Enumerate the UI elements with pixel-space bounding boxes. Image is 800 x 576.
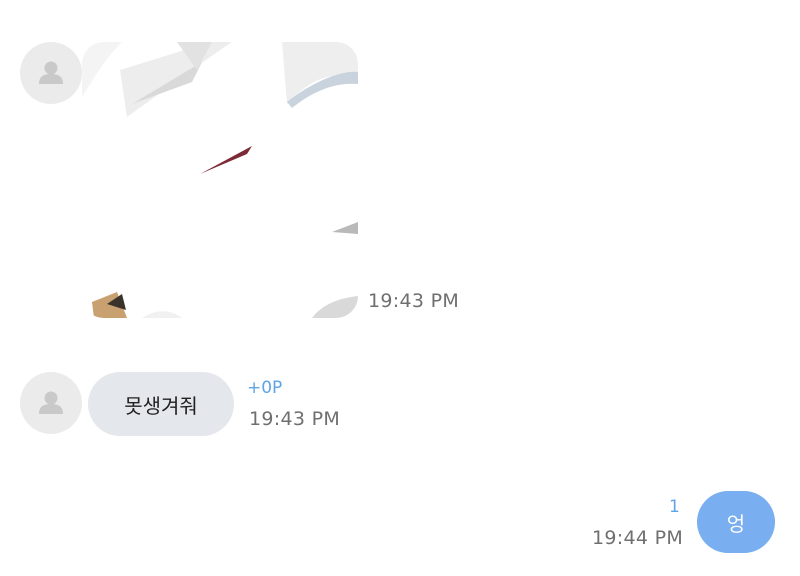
avatar[interactable] — [20, 42, 82, 104]
chat-conversation[interactable]: 19:43 PM 못생겨줘 +0P 19:43 PM 1 19:44 PM 엉 — [0, 0, 800, 576]
photo-thumbnail — [82, 42, 358, 318]
image-message[interactable] — [82, 42, 358, 318]
outgoing-message-bubble[interactable]: 엉 — [697, 491, 775, 553]
incoming-message-bubble[interactable]: 못생겨줘 — [88, 372, 234, 436]
avatar[interactable] — [20, 372, 82, 434]
user-placeholder-icon — [39, 391, 63, 414]
message-time: 19:44 PM — [592, 527, 684, 549]
unread-count: 1 — [669, 497, 680, 517]
message-time: 19:43 PM — [249, 408, 341, 430]
message-time: 19:43 PM — [368, 290, 460, 312]
user-placeholder-icon — [39, 61, 63, 84]
message-text: 엉 — [726, 511, 746, 536]
message-text: 못생겨줘 — [124, 393, 198, 418]
reaction-count[interactable]: +0P — [247, 378, 282, 398]
